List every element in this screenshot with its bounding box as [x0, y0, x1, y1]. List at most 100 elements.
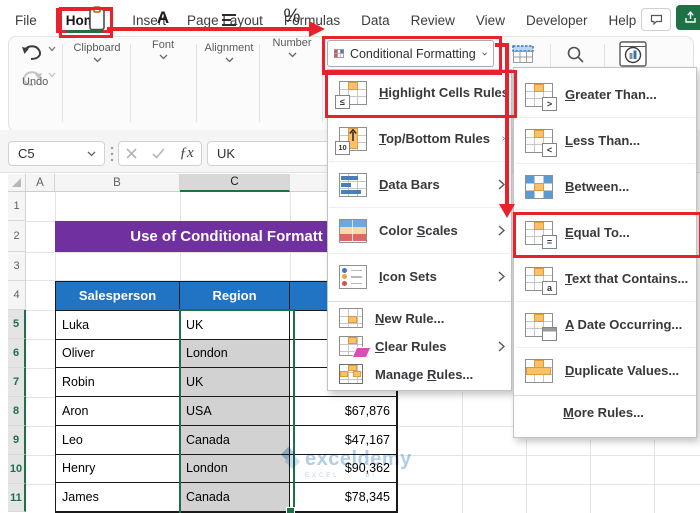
row-header-8[interactable]: 8 [8, 397, 26, 426]
clipboard-group[interactable]: Clipboard [66, 6, 128, 63]
cell-c5-active[interactable]: UK [180, 310, 290, 340]
cell-d10[interactable]: $90,362 [290, 454, 397, 484]
column-header-a[interactable]: A [26, 174, 55, 192]
highlight-cells-rules-icon: ≤ [335, 80, 367, 109]
top-bottom-rules-icon: 10 [335, 126, 367, 155]
table-header-salesperson: Salesperson [56, 282, 180, 311]
row-header-3[interactable]: 3 [8, 252, 26, 281]
menu-item-more-rules[interactable]: More Rules... [514, 398, 696, 426]
share-icon [685, 11, 696, 23]
cell-c6[interactable]: London [180, 339, 290, 369]
gridline [590, 440, 591, 513]
cell-c10[interactable]: London [180, 454, 290, 484]
row-header-11[interactable]: 11 [8, 484, 26, 512]
menu-item-equal-to[interactable]: = Equal To... [514, 210, 696, 255]
menu-item-duplicate-values[interactable]: Duplicate Values... [514, 348, 696, 393]
table-between-icon [525, 174, 553, 199]
row-header-10[interactable]: 10 [8, 455, 26, 484]
font-group[interactable]: A Font [132, 6, 194, 60]
tab-help[interactable]: Help [607, 10, 639, 31]
tab-view[interactable]: View [474, 10, 507, 31]
table-greater-icon: > [525, 82, 557, 111]
menu-item-a-date-occurring[interactable]: A Date Occurring... [514, 302, 696, 347]
menu-item-icon-sets[interactable]: Icon Sets [328, 254, 511, 299]
cell-b10[interactable]: Henry [56, 454, 180, 484]
group-separator [62, 44, 63, 122]
search-button[interactable] [566, 45, 585, 69]
chevron-down-icon[interactable] [48, 46, 56, 52]
table-less-icon: < [525, 128, 557, 157]
comments-button[interactable] [641, 8, 671, 31]
row-header-1[interactable]: 1 [8, 192, 26, 221]
group-separator [322, 44, 323, 122]
chevron-down-icon[interactable] [225, 57, 234, 63]
menu-item-color-scales[interactable]: Color Scales [328, 208, 511, 253]
color-scales-icon [339, 218, 367, 243]
menu-item-text-that-contains[interactable]: a Text that Contains... [514, 256, 696, 301]
cell-b11[interactable]: James [56, 483, 180, 512]
name-box[interactable]: C5 [8, 141, 105, 166]
menu-item-manage-rules[interactable]: Manage Rules... [328, 360, 511, 388]
cell-b9[interactable]: Leo [56, 425, 180, 455]
cell-b8[interactable]: Aron [56, 397, 180, 426]
tab-data[interactable]: Data [359, 10, 392, 31]
formula-bar-splitter[interactable] [110, 146, 114, 162]
gridline [26, 484, 55, 485]
cell-b5[interactable]: Luka [56, 310, 180, 340]
column-header-b[interactable]: B [55, 174, 180, 192]
undo-button[interactable] [20, 44, 56, 67]
cell-d9[interactable]: $47,167 [290, 425, 397, 455]
menu-item-highlight-cells-rules[interactable]: ≤ Highlight Cells Rules [328, 70, 511, 115]
menu-item-new-rule[interactable]: New Rule... [328, 304, 511, 332]
table-duplicate-icon [525, 358, 553, 383]
cell-b6[interactable]: Oliver [56, 339, 180, 369]
cancel-icon[interactable] [126, 148, 137, 159]
number-group[interactable]: % Number [262, 6, 322, 58]
submenu-arrow-icon [498, 225, 505, 236]
row-header-6[interactable]: 6 [8, 339, 26, 368]
gridline [26, 368, 55, 369]
chevron-down-icon[interactable] [87, 151, 96, 157]
cell-d11[interactable]: $78,345 [290, 483, 397, 512]
row-header-5[interactable]: 5 [8, 310, 26, 339]
chevron-down-icon[interactable] [288, 52, 297, 58]
row-header-2[interactable]: 2 [8, 221, 26, 252]
cell-d8[interactable]: $67,876 [290, 397, 397, 426]
menu-item-greater-than[interactable]: > Greater Than... [514, 72, 696, 117]
share-button[interactable] [676, 5, 700, 30]
select-all-corner[interactable] [8, 174, 26, 192]
row-header-4[interactable]: 4 [8, 281, 26, 310]
fill-handle[interactable] [286, 507, 295, 513]
cell-b7[interactable]: Robin [56, 368, 180, 397]
row-header-7[interactable]: 7 [8, 368, 26, 397]
gridline [398, 426, 513, 427]
chevron-down-icon[interactable] [93, 57, 102, 63]
menu-separator [514, 395, 696, 396]
manage-rules-icon [339, 364, 363, 384]
menu-item-clear-rules[interactable]: Clear Rules [328, 332, 511, 360]
cell-c7[interactable]: UK [180, 368, 290, 397]
tab-review[interactable]: Review [409, 10, 457, 31]
menu-item-data-bars[interactable]: Data Bars [328, 162, 511, 207]
menu-item-top-bottom-rules[interactable]: 10 Top/Bottom Rules [328, 116, 511, 161]
corner-triangle-icon [12, 178, 21, 187]
formula-input[interactable]: UK [207, 141, 333, 166]
tab-developer[interactable]: Developer [524, 10, 590, 31]
insert-function-icon[interactable]: ƒx [180, 145, 194, 162]
tab-file[interactable]: File [13, 10, 39, 31]
table-text-icon: a [525, 266, 557, 295]
column-header-c[interactable]: C [180, 174, 290, 192]
enter-check-icon[interactable] [152, 148, 165, 159]
format-as-table-button[interactable] [512, 45, 534, 69]
cell-c9[interactable]: Canada [180, 425, 290, 455]
menu-item-less-than[interactable]: < Less Than... [514, 118, 696, 163]
conditional-formatting-button[interactable]: Conditional Formatting [327, 40, 494, 67]
menu-item-between[interactable]: Between... [514, 164, 696, 209]
alignment-group[interactable]: Alignment [198, 6, 260, 63]
clear-rules-icon [339, 336, 372, 358]
cell-c8[interactable]: USA [180, 397, 290, 426]
row-header-9[interactable]: 9 [8, 426, 26, 455]
gridline [526, 440, 527, 513]
chevron-down-icon[interactable] [159, 54, 168, 60]
cell-c11[interactable]: Canada [180, 483, 290, 512]
